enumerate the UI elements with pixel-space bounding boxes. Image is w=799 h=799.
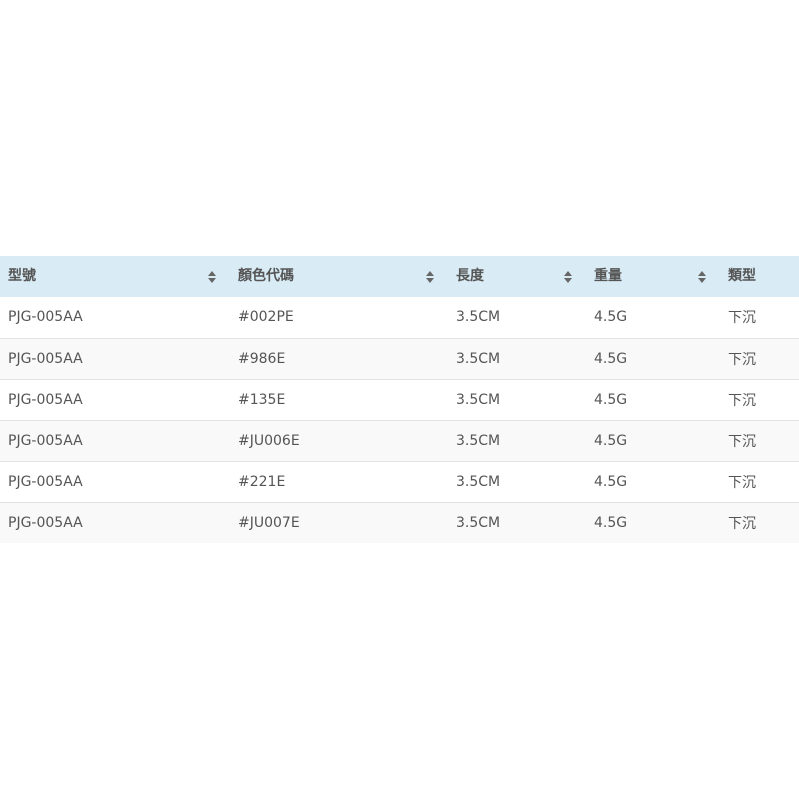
cell-model: PJG-005AA xyxy=(0,378,230,420)
cell-weight: 4.5G xyxy=(586,501,720,543)
spec-table: 型號 顏色代碼 長度 重量 類型 PJG-005AA #002PE 3.5CM … xyxy=(0,256,799,543)
column-header-model[interactable]: 型號 xyxy=(0,256,230,297)
column-header-label: 顏色代碼 xyxy=(238,268,294,284)
cell-color-code: #986E xyxy=(230,337,448,379)
cell-color-code: #135E xyxy=(230,378,448,420)
cell-model: PJG-005AA xyxy=(0,501,230,543)
column-header-length[interactable]: 長度 xyxy=(448,256,586,297)
column-header-label: 長度 xyxy=(456,268,484,284)
cell-weight: 4.5G xyxy=(586,337,720,379)
column-header-label: 類型 xyxy=(728,268,756,284)
column-header-label: 型號 xyxy=(8,268,36,284)
cell-length: 3.5CM xyxy=(456,309,501,326)
cell-weight: 4.5G xyxy=(586,378,720,420)
table-row: PJG-005AA #JU006E 3.5CM 4.5G 下沉 xyxy=(0,419,799,461)
cell-model: PJG-005AA xyxy=(0,460,230,502)
cell-model: PJG-005AA xyxy=(8,309,83,326)
sort-icon[interactable] xyxy=(208,256,216,297)
table-header-row: 型號 顏色代碼 長度 重量 類型 xyxy=(0,256,799,297)
column-header-type[interactable]: 類型 xyxy=(720,256,799,297)
cell-type: 下沉 xyxy=(720,419,799,461)
column-header-color-code[interactable]: 顏色代碼 xyxy=(230,256,448,297)
sort-icon[interactable] xyxy=(564,256,572,297)
cell-type: 下沉 xyxy=(720,378,799,420)
cell-length: 3.5CM xyxy=(448,337,586,379)
table-row: PJG-005AA #JU007E 3.5CM 4.5G 下沉 xyxy=(0,501,799,543)
sort-icon[interactable] xyxy=(426,256,434,297)
cell-color-code: #002PE xyxy=(238,309,294,326)
cell-length: 3.5CM xyxy=(448,460,586,502)
page: 型號 顏色代碼 長度 重量 類型 PJG-005AA #002PE 3.5CM … xyxy=(0,0,799,799)
cell-type: 下沉 xyxy=(720,460,799,502)
cell-length: 3.5CM xyxy=(448,501,586,543)
cell-type: 下沉 xyxy=(720,501,799,543)
cell-model: PJG-005AA xyxy=(0,337,230,379)
table-row: PJG-005AA #135E 3.5CM 4.5G 下沉 xyxy=(0,378,799,420)
column-header-weight[interactable]: 重量 xyxy=(586,256,720,297)
cell-length: 3.5CM xyxy=(448,419,586,461)
cell-type: 下沉 xyxy=(728,310,756,327)
cell-type: 下沉 xyxy=(720,337,799,379)
cell-weight: 4.5G xyxy=(586,460,720,502)
cell-color-code: #JU006E xyxy=(230,419,448,461)
cell-weight: 4.5G xyxy=(586,419,720,461)
table-row: PJG-005AA #002PE 3.5CM 4.5G 下沉 xyxy=(0,297,799,338)
table-row: PJG-005AA #221E 3.5CM 4.5G 下沉 xyxy=(0,460,799,502)
cell-color-code: #JU007E xyxy=(230,501,448,543)
cell-length: 3.5CM xyxy=(448,378,586,420)
column-header-label: 重量 xyxy=(594,268,622,284)
sort-icon[interactable] xyxy=(698,256,706,297)
cell-color-code: #221E xyxy=(230,460,448,502)
cell-model: PJG-005AA xyxy=(0,419,230,461)
table-row: PJG-005AA #986E 3.5CM 4.5G 下沉 xyxy=(0,337,799,379)
cell-weight: 4.5G xyxy=(594,309,628,326)
